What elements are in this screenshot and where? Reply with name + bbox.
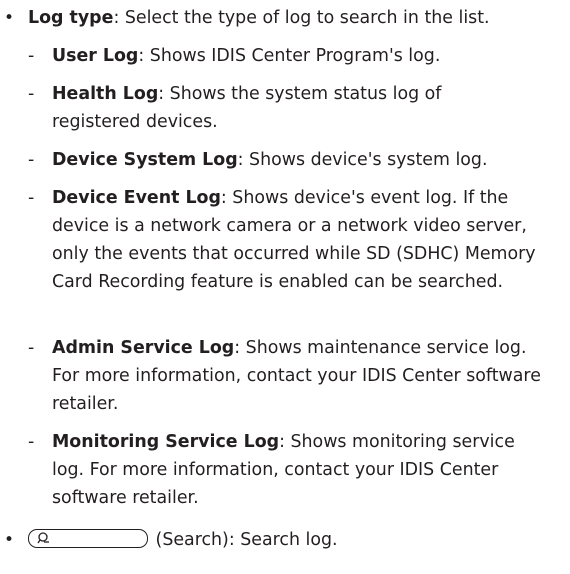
term-monitoring-service-log: Monitoring Service Log [52,432,280,452]
dash-marker: - [28,46,35,66]
term-device-system-log: Device System Log [52,150,238,170]
bullet-marker: • [4,8,15,28]
search-icon [37,531,49,543]
description: : Shows IDIS Center Program's log. [138,46,441,66]
sub-text: Device System Log: Shows device's system… [52,146,552,174]
description: : Select the type of log to search in th… [113,8,490,28]
term-health-log: Health Log [52,84,159,104]
bullet-text: (Search): Search log. [28,526,338,554]
bullet-text: Log type: Select the type of log to sear… [28,4,490,32]
dash-marker: - [28,338,35,358]
dash-marker: - [28,432,35,452]
term-log-type: Log type [28,8,114,28]
bullet-marker: • [4,530,15,550]
sub-text: Monitoring Service Log: Shows monitoring… [52,428,542,512]
sub-text: Device Event Log: Shows device's event l… [52,184,540,296]
term-device-event-log: Device Event Log [52,188,221,208]
description: : Shows device's system log. [237,150,488,170]
sub-text: User Log: Shows IDIS Center Program's lo… [52,42,552,70]
sub-text: Health Log: Shows the system status log … [52,80,492,136]
search-button-illustration [28,528,148,548]
dash-marker: - [28,150,35,170]
dash-marker: - [28,84,35,104]
sub-text: Admin Service Log: Shows maintenance ser… [52,334,542,418]
description: (Search): Search log. [150,530,338,550]
term-user-log: User Log [52,46,139,66]
dash-marker: - [28,188,35,208]
document-page: • Log type: Select the type of log to se… [0,0,570,574]
term-admin-service-log: Admin Service Log [52,338,235,358]
